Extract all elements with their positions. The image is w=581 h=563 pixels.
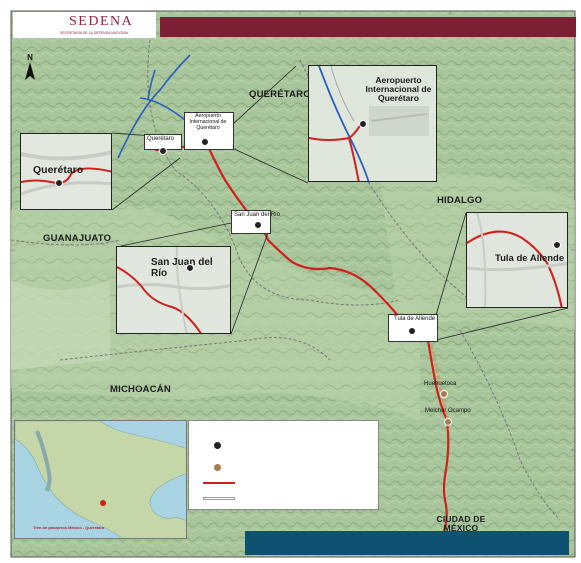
legend-scale-bar: [203, 497, 235, 500]
station-icon: [55, 179, 63, 187]
station-icon: [408, 327, 416, 335]
header-band: [160, 17, 576, 37]
legend: [188, 420, 379, 510]
legend-route-line: [203, 482, 235, 484]
region-label-hidalgo: HIDALGO: [437, 195, 483, 206]
station-label-tula: Tula de Allende: [394, 316, 436, 322]
station-label-melchor: Melchor Ocampo: [425, 408, 471, 414]
station-icon: [254, 221, 262, 229]
station-icon: [159, 147, 167, 155]
station-icon: [201, 138, 209, 146]
callout-tula-title: Tula de Allende: [495, 253, 565, 264]
callout-aeropuerto-title: Aeropuerto Internacional de Querétaro: [365, 75, 432, 104]
station-icon: [186, 264, 194, 272]
station-icon: [359, 120, 367, 128]
callout-queretaro: Querétaro: [20, 133, 112, 210]
brand-logo: SEDENA: [69, 14, 134, 29]
region-label-guanajuato: GUANAJUATO: [43, 233, 112, 244]
station-icon: [553, 241, 561, 249]
callout-aeropuerto: Aeropuerto Internacional de Querétaro: [308, 65, 437, 182]
station-label-queretaro: Querétaro: [147, 136, 175, 142]
region-label-michoacan: MICHOACÁN: [110, 384, 171, 395]
north-arrow-icon: N: [25, 53, 35, 80]
region-label-queretaro: QUERÉTARO: [249, 89, 311, 100]
station-label-huehuetoca: Huehuetoca: [424, 381, 457, 387]
callout-tula: Tula de Allende: [466, 212, 568, 308]
map-figure: SEDENA SECRETARÍA DE LA DEFENSA NACIONAL…: [0, 0, 581, 563]
bottom-banner: [245, 531, 569, 555]
station-label-san-juan: San Juan del Río: [234, 212, 281, 218]
station-tan-icon: [440, 390, 448, 398]
legend-station-tan-icon: [213, 463, 222, 472]
legend-station-icon: [213, 441, 222, 450]
callout-san-juan: San Juan del Río: [116, 246, 231, 334]
brand-subtitle: SECRETARÍA DE LA DEFENSA NACIONAL: [60, 31, 129, 35]
location-inset-map: Tren de pasajeros México - Querétaro: [14, 420, 187, 539]
svg-text:N: N: [27, 53, 33, 62]
inset-caption: Tren de pasajeros México - Querétaro: [33, 525, 105, 530]
station-tan-icon: [444, 418, 452, 426]
callout-queretaro-title: Querétaro: [33, 164, 84, 176]
inset-map-drawing: [15, 421, 186, 538]
station-label-aeropuerto: Aeropuerto Internacional de Querétaro: [189, 113, 227, 131]
